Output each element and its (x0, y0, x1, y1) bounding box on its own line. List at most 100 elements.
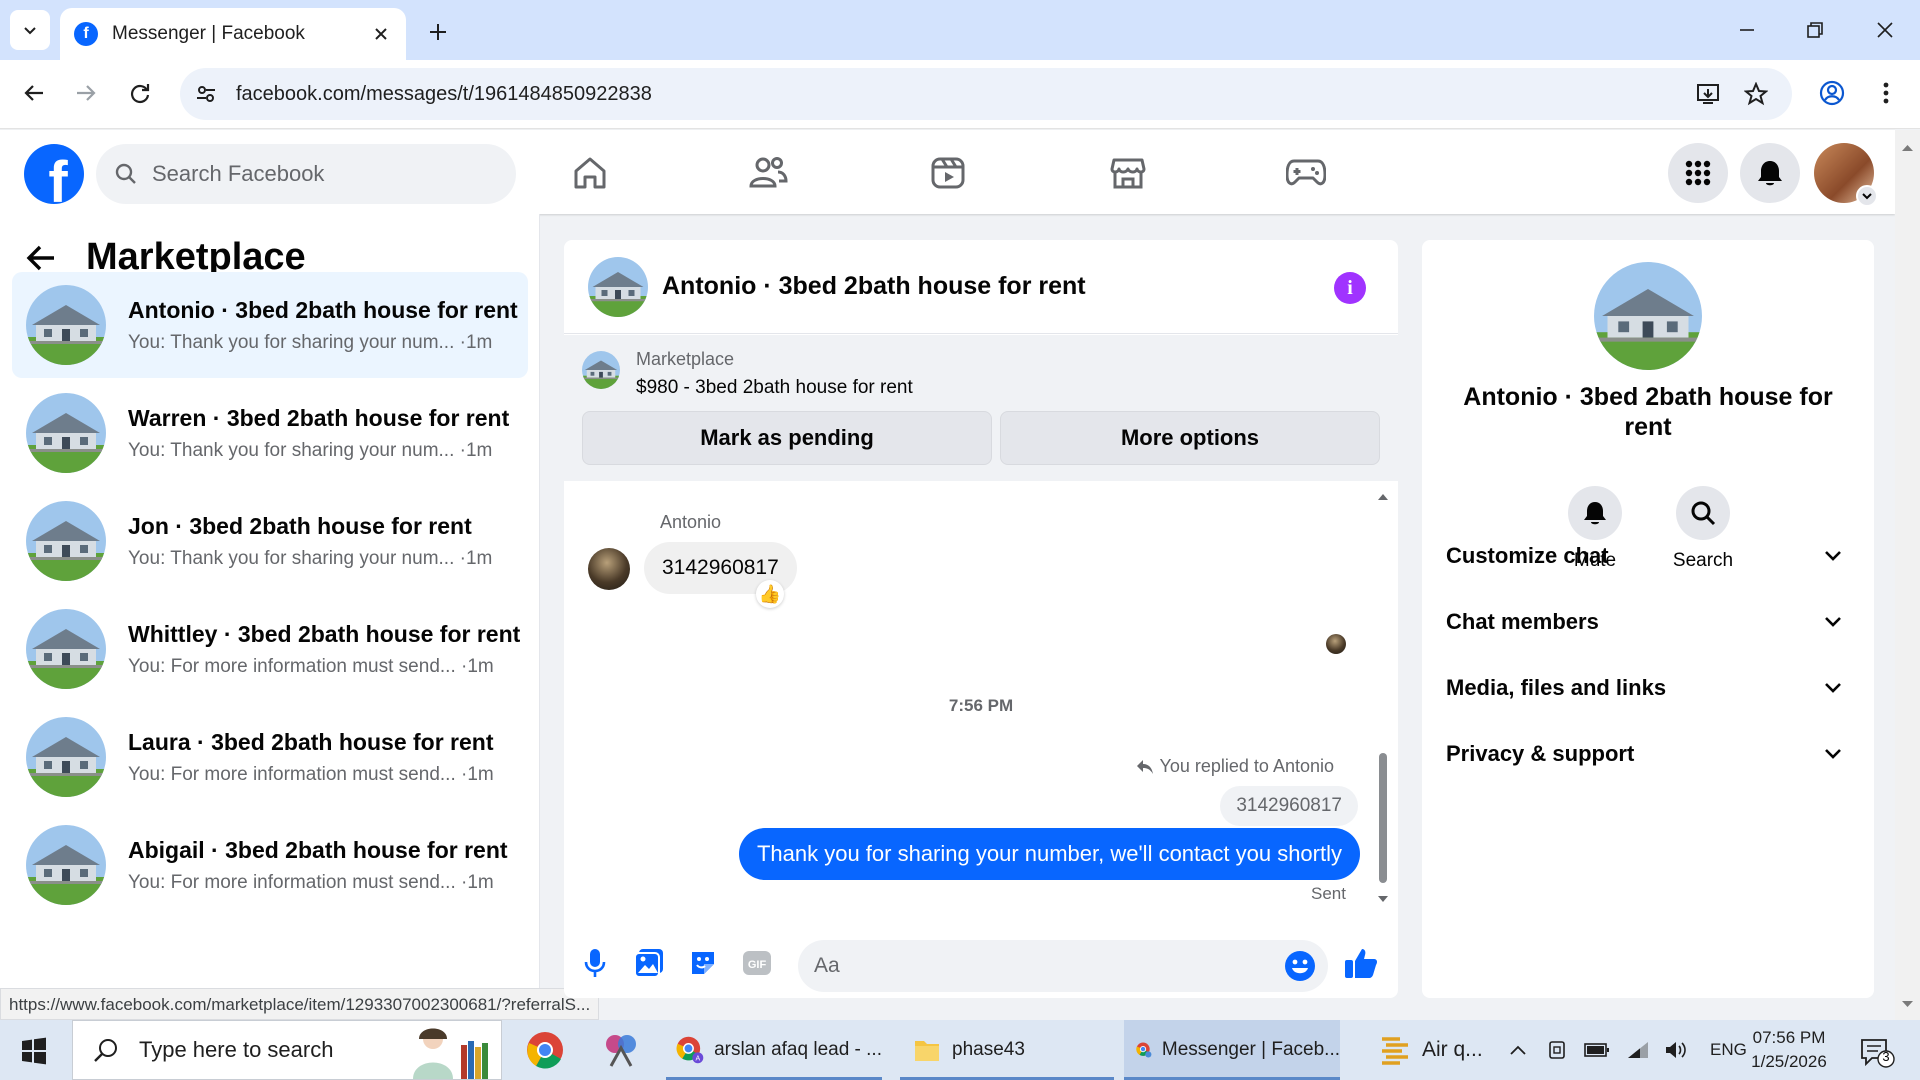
info-section-label: Customize chat (1446, 543, 1609, 568)
notification-center-icon[interactable]: 3 (1856, 1034, 1896, 1068)
chat-header[interactable]: Antonio · 3bed 2bath house for rent i (564, 240, 1398, 334)
notification-count: 3 (1882, 1049, 1890, 1064)
close-tab-icon[interactable] (370, 23, 392, 45)
taskbar-app-folder[interactable]: phase43 (900, 1020, 1114, 1080)
chat-title[interactable]: Antonio · 3bed 2bath house for rent (662, 272, 1086, 301)
reply-indicator: You replied to Antonio (1136, 756, 1334, 777)
volume-icon[interactable] (1664, 1040, 1688, 1060)
back-arrow-icon[interactable] (14, 73, 54, 113)
taskbar-search-placeholder: Type here to search (139, 1037, 334, 1062)
battery-icon[interactable] (1584, 1042, 1610, 1058)
back-arrow-icon[interactable] (26, 244, 56, 272)
svg-text:GIF: GIF (748, 959, 767, 971)
message-input[interactable] (814, 954, 1254, 978)
info-icon[interactable]: i (1334, 272, 1366, 304)
home-icon[interactable] (562, 148, 618, 198)
info-section-row[interactable]: Chat members (1442, 596, 1854, 648)
info-section-row[interactable]: Media, files and links (1442, 662, 1854, 714)
reply-arrow-icon (1136, 759, 1153, 774)
chat-avatar[interactable] (588, 256, 648, 317)
new-tab-plus-icon[interactable] (422, 16, 454, 48)
conversation-item[interactable]: Laura · 3bed 2bath house for rent You: Fo… (12, 704, 528, 810)
facebook-header: f (0, 130, 1895, 214)
clock-time: 07:56 PM (1752, 1028, 1826, 1047)
browser-tab[interactable]: f Messenger | Facebook (60, 8, 406, 60)
chat-info-avatar[interactable] (1594, 262, 1702, 370)
search-highlight-illustration-icon (413, 1028, 488, 1079)
taskbar-search[interactable]: Type here to search (72, 1020, 502, 1080)
account-chevron-icon[interactable] (1856, 185, 1878, 207)
taskbar-app-messenger[interactable]: Messenger | Faceb... (1124, 1020, 1340, 1080)
address-bar[interactable]: facebook.com/messages/t/1961484850922838 (180, 68, 1792, 120)
message-input-box[interactable] (798, 940, 1328, 992)
site-info-icon[interactable] (180, 83, 232, 105)
conversation-avatar (26, 717, 106, 797)
reply-indicator-text: You replied to Antonio (1159, 756, 1334, 776)
forward-arrow-icon[interactable] (66, 73, 106, 113)
taskbar-weather[interactable]: Air q... (1366, 1020, 1496, 1080)
sticker-icon[interactable] (686, 946, 720, 980)
info-section-row[interactable]: Privacy & support (1442, 728, 1854, 780)
marketplace-icon[interactable] (1100, 148, 1156, 198)
reload-icon[interactable] (120, 73, 160, 113)
user-avatar[interactable] (1814, 143, 1878, 207)
chevron-down-icon (1825, 683, 1841, 693)
conversation-name: Whittley · 3bed 2bath house for rent (128, 620, 521, 647)
listing-title[interactable]: $980 - 3bed 2bath house for rent (636, 377, 913, 399)
menu-grid-icon[interactable] (1668, 143, 1728, 203)
chrome-profile-icon: A (676, 1036, 704, 1064)
photo-attach-icon[interactable] (632, 946, 666, 980)
friends-icon[interactable] (740, 148, 796, 198)
gif-icon[interactable]: GIF (740, 946, 774, 980)
thumbs-up-reaction-icon[interactable]: 👍 (756, 580, 784, 608)
taskbar-app-chrome-lead[interactable]: A arslan afaq lead - ... (666, 1020, 882, 1080)
facebook-logo-icon[interactable]: f (24, 144, 84, 204)
mark-as-pending-button[interactable]: Mark as pending (582, 411, 992, 465)
url-text: facebook.com/messages/t/1961484850922838 (236, 82, 652, 105)
listing-thumbnail[interactable] (582, 351, 620, 389)
folder-icon (915, 1041, 939, 1061)
meet-now-icon[interactable] (1546, 1039, 1568, 1061)
conversation-item[interactable]: Abigail · 3bed 2bath house for rent You: … (12, 812, 528, 918)
profile-icon[interactable] (1812, 73, 1852, 113)
like-thumbs-up-icon[interactable] (1344, 946, 1378, 980)
listing-source-label: Marketplace (636, 349, 735, 369)
conversation-preview: You: Thank you for sharing your num... ·… (128, 547, 493, 569)
microphone-icon[interactable] (578, 946, 612, 980)
system-clock[interactable]: 07:56 PM 1/25/2026 (1734, 1026, 1844, 1074)
conversation-item[interactable]: Whittley · 3bed 2bath house for rent You:… (12, 596, 528, 702)
conversation-name: Jon · 3bed 2bath house for rent (128, 512, 472, 539)
show-hidden-icons-chevron-icon[interactable] (1508, 1043, 1528, 1057)
facebook-search[interactable] (96, 144, 516, 204)
emoji-icon[interactable] (1284, 950, 1316, 982)
video-icon[interactable] (920, 148, 976, 198)
conversation-item[interactable]: Antonio · 3bed 2bath house for rent You: … (12, 272, 528, 378)
chrome-icon[interactable] (522, 1020, 568, 1080)
sender-avatar[interactable] (588, 548, 630, 590)
conversation-item[interactable]: Jon · 3bed 2bath house for rent You: Than… (12, 488, 528, 594)
conversation-preview: You: Thank you for sharing your num... ·… (128, 331, 493, 353)
minimize-icon[interactable] (1722, 12, 1772, 48)
more-options-button[interactable]: More options (1000, 411, 1380, 465)
snipping-tool-icon[interactable] (598, 1020, 644, 1080)
chat-info-name: Antonio · 3bed 2bath house for rent (1463, 383, 1833, 441)
info-section-row[interactable]: Customize chat (1442, 530, 1854, 582)
tab-search-chevron-icon[interactable] (10, 10, 50, 50)
chrome-profile-icon (1136, 1042, 1152, 1058)
quoted-message[interactable]: 3142960817 (1220, 786, 1358, 826)
facebook-search-input[interactable] (152, 161, 492, 187)
bookmark-star-icon[interactable] (1742, 80, 1770, 108)
gaming-icon[interactable] (1278, 148, 1334, 198)
conversation-item[interactable]: Warren · 3bed 2bath house for rent You: T… (12, 380, 528, 486)
install-app-icon[interactable] (1694, 80, 1722, 108)
browser-menu-icon[interactable] (1866, 73, 1906, 113)
search-icon (115, 163, 136, 184)
wifi-icon[interactable] (1626, 1040, 1650, 1060)
outgoing-message[interactable]: Thank you for sharing your number, we'll… (738, 828, 1360, 880)
close-window-icon[interactable] (1860, 12, 1910, 48)
restore-icon[interactable] (1790, 12, 1840, 48)
page-scrollbar[interactable] (1895, 130, 1920, 1020)
conversation-avatar (26, 825, 106, 905)
windows-start-icon[interactable] (14, 1034, 54, 1068)
notifications-bell-icon[interactable] (1740, 143, 1800, 203)
